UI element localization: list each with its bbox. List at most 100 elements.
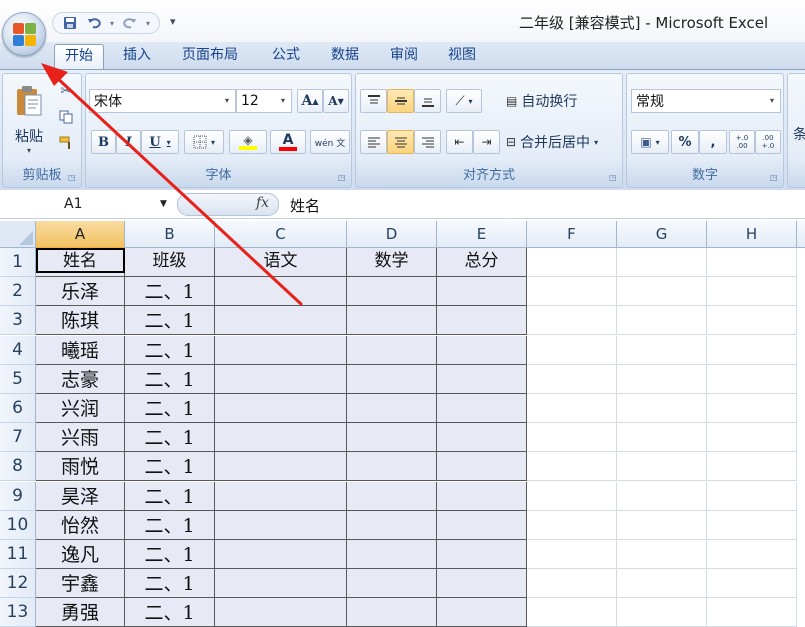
number-launcher-icon[interactable]: ◳	[770, 173, 780, 183]
cell-d3[interactable]	[347, 306, 437, 335]
cell-c10[interactable]	[215, 511, 347, 540]
cell-g1[interactable]	[617, 248, 707, 277]
row-header-8[interactable]: 8	[0, 452, 36, 481]
align-right-button[interactable]	[414, 130, 441, 154]
row-header-1[interactable]: 1	[0, 248, 36, 277]
cell-a3[interactable]: 陈琪	[36, 306, 125, 335]
cell-h10[interactable]	[707, 511, 797, 540]
cell-b4[interactable]: 二、1	[125, 336, 215, 365]
cell-h2[interactable]	[707, 277, 797, 306]
row-header-9[interactable]: 9	[0, 482, 36, 511]
column-header-g[interactable]: G	[617, 221, 707, 248]
font-launcher-icon[interactable]: ◳	[338, 173, 348, 183]
cell-c11[interactable]	[215, 540, 347, 569]
font-size-combo[interactable]: 12 ▾	[236, 89, 292, 113]
font-size-dropdown-icon[interactable]: ▾	[277, 90, 289, 112]
cell-a5[interactable]: 志豪	[36, 365, 125, 394]
cell-f12[interactable]	[527, 569, 617, 598]
cell-h12[interactable]	[707, 569, 797, 598]
redo-dropdown-icon[interactable]: ▾	[143, 14, 153, 32]
name-box[interactable]: A1	[0, 193, 175, 216]
office-button[interactable]	[2, 12, 46, 56]
percent-button[interactable]: %	[671, 130, 699, 154]
redo-icon[interactable]	[119, 14, 141, 32]
tab-insert[interactable]: 插入	[113, 44, 161, 69]
insert-function-button[interactable]: fx	[256, 195, 269, 211]
cell-d5[interactable]	[347, 365, 437, 394]
cell-e2[interactable]	[437, 277, 527, 306]
row-header-7[interactable]: 7	[0, 423, 36, 452]
paste-button[interactable]: 粘贴 ▾	[7, 80, 51, 158]
cell-a12[interactable]: 宇鑫	[36, 569, 125, 598]
cell-h9[interactable]	[707, 482, 797, 511]
cell-h8[interactable]	[707, 452, 797, 481]
phonetic-button[interactable]: wén 文	[310, 130, 350, 154]
column-header-c[interactable]: C	[215, 221, 347, 248]
increase-decimal-button[interactable]: +.0 .00	[729, 130, 755, 154]
cell-c2[interactable]	[215, 277, 347, 306]
cell-h7[interactable]	[707, 423, 797, 452]
cell-h5[interactable]	[707, 365, 797, 394]
comma-button[interactable]: ,	[699, 130, 727, 154]
cell-a10[interactable]: 怡然	[36, 511, 125, 540]
cell-b5[interactable]: 二、1	[125, 365, 215, 394]
undo-dropdown-icon[interactable]: ▾	[107, 14, 117, 32]
number-format-dropdown-icon[interactable]: ▾	[766, 90, 778, 112]
cell-b2[interactable]: 二、1	[125, 277, 215, 306]
undo-icon[interactable]	[83, 14, 105, 32]
cell-c1[interactable]: 语文	[215, 248, 347, 277]
cell-g9[interactable]	[617, 482, 707, 511]
row-header-12[interactable]: 12	[0, 569, 36, 598]
conditional-format-label[interactable]: 条	[793, 124, 805, 144]
cell-g13[interactable]	[617, 598, 707, 627]
name-box-dropdown-icon[interactable]: ▼	[160, 199, 167, 209]
cell-b7[interactable]: 二、1	[125, 423, 215, 452]
cell-d9[interactable]	[347, 482, 437, 511]
orientation-button[interactable]: ⟋ ▾	[446, 89, 482, 113]
cell-e1[interactable]: 总分	[437, 248, 527, 277]
cell-h4[interactable]	[707, 336, 797, 365]
cell-h3[interactable]	[707, 306, 797, 335]
cell-e5[interactable]	[437, 365, 527, 394]
cell-f6[interactable]	[527, 394, 617, 423]
cell-e8[interactable]	[437, 452, 527, 481]
row-header-4[interactable]: 4	[0, 336, 36, 365]
cell-a8[interactable]: 雨悦	[36, 452, 125, 481]
cell-f11[interactable]	[527, 540, 617, 569]
cell-g5[interactable]	[617, 365, 707, 394]
row-header-13[interactable]: 13	[0, 598, 36, 627]
row-header-3[interactable]: 3	[0, 306, 36, 335]
number-format-combo[interactable]: 常规 ▾	[631, 89, 781, 113]
cell-c4[interactable]	[215, 336, 347, 365]
fill-color-button[interactable]: ◈	[229, 130, 267, 154]
cell-e12[interactable]	[437, 569, 527, 598]
cell-f8[interactable]	[527, 452, 617, 481]
cell-b6[interactable]: 二、1	[125, 394, 215, 423]
cell-d13[interactable]	[347, 598, 437, 627]
cell-c9[interactable]	[215, 482, 347, 511]
copy-button[interactable]	[55, 106, 77, 128]
cell-g11[interactable]	[617, 540, 707, 569]
cell-d11[interactable]	[347, 540, 437, 569]
cell-b11[interactable]: 二、1	[125, 540, 215, 569]
cell-b3[interactable]: 二、1	[125, 306, 215, 335]
customize-toolbar-icon[interactable]: ▾	[170, 15, 176, 28]
cell-e3[interactable]	[437, 306, 527, 335]
cell-b1[interactable]: 班级	[125, 248, 215, 277]
column-header-h[interactable]: H	[707, 221, 797, 248]
cell-g10[interactable]	[617, 511, 707, 540]
tab-formulas[interactable]: 公式	[262, 44, 310, 69]
cell-g7[interactable]	[617, 423, 707, 452]
cell-d8[interactable]	[347, 452, 437, 481]
cell-f5[interactable]	[527, 365, 617, 394]
align-center-button[interactable]	[387, 130, 414, 154]
clipboard-launcher-icon[interactable]: ◳	[68, 173, 78, 183]
column-header-partial[interactable]	[797, 221, 805, 248]
cell-f3[interactable]	[527, 306, 617, 335]
cell-f7[interactable]	[527, 423, 617, 452]
accounting-format-button[interactable]: ▣ ▾	[631, 130, 669, 154]
cell-f13[interactable]	[527, 598, 617, 627]
underline-button[interactable]: U ▾	[141, 130, 179, 154]
row-header-10[interactable]: 10	[0, 511, 36, 540]
cell-c8[interactable]	[215, 452, 347, 481]
